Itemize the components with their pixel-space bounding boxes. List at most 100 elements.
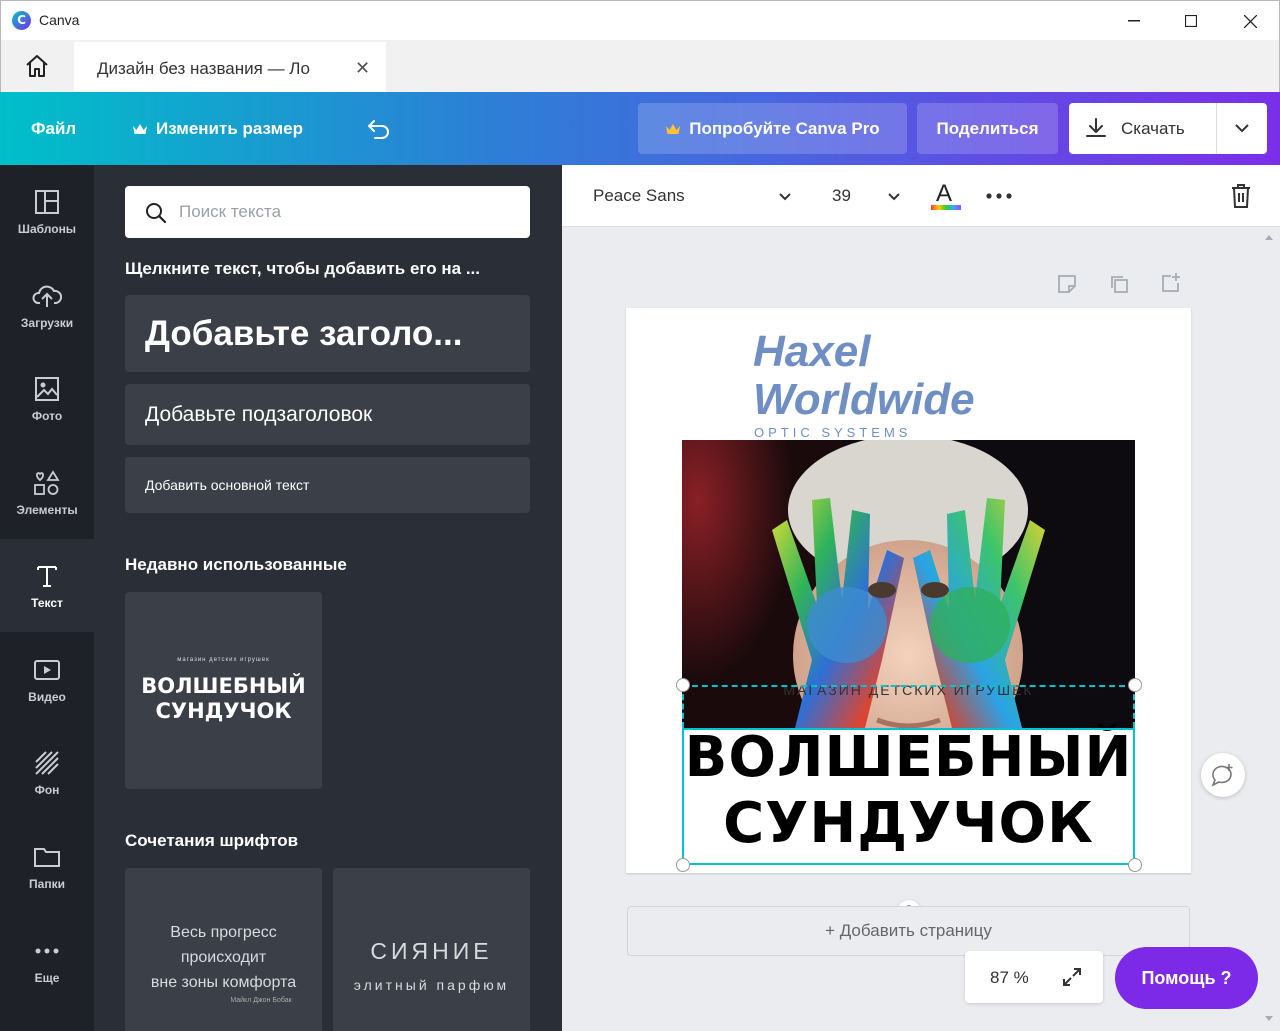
scroll-up-icon[interactable] (1264, 233, 1274, 241)
recent-section-title: Недавно использованные (125, 555, 347, 574)
undo-icon (368, 119, 389, 139)
more-options-icon[interactable] (986, 193, 1012, 199)
recent-text-card[interactable]: магазин детских игрушек ВОЛШЕБНЫЙ СУНДУЧ… (125, 592, 322, 789)
note-icon[interactable] (1056, 273, 1078, 295)
combo1-line2: происходит (180, 949, 267, 966)
resize-handle[interactable] (676, 678, 690, 692)
file-menu-label: Файл (31, 118, 77, 138)
help-button[interactable]: Помощь ? (1115, 947, 1258, 1009)
tab-close-icon[interactable]: ✕ (355, 58, 370, 79)
text-icon (37, 565, 57, 587)
search-input[interactable] (179, 198, 509, 226)
text-color-icon: A (936, 180, 953, 207)
sidebar-item-label: Еще (34, 970, 60, 985)
text-search-box[interactable] (125, 186, 530, 238)
recent-card-line2: СУНДУЧОК (155, 699, 292, 723)
add-subheading-button[interactable]: Добавьте подзаголовок (125, 384, 530, 445)
color-swatch-bar (931, 205, 961, 210)
comment-add-icon (1211, 764, 1233, 787)
try-pro-label: Попробуйте Canva Pro (689, 118, 880, 138)
add-page-label: + Добавить страницу (825, 921, 992, 940)
help-label: Помощь ? (1141, 967, 1232, 988)
folder-icon (34, 847, 60, 867)
download-label: Скачать (1121, 119, 1185, 138)
chevron-down-icon[interactable] (887, 192, 901, 202)
font-family-dropdown[interactable]: Peace Sans (593, 186, 685, 206)
sidebar-item-folders[interactable]: Папки (0, 820, 94, 913)
minimize-button[interactable] (1104, 1, 1164, 41)
zoom-level[interactable]: 87 % (990, 968, 1029, 988)
recent-card-line1: ВОЛШЕБНЫЙ (141, 674, 306, 698)
combo2-line1: СИЯНИЕ (370, 938, 493, 964)
sidebar-item-label: Папки (29, 876, 65, 891)
font-combo-card[interactable]: СИЯНИЕ элитный парфюм (333, 868, 530, 1031)
cloud-upload-icon (32, 285, 62, 307)
download-button[interactable]: Скачать (1069, 103, 1267, 154)
search-icon (146, 203, 167, 224)
sidebar-item-label: Элементы (16, 502, 78, 517)
text-color-button[interactable]: A (930, 180, 962, 214)
sidebar-item-label: Видео (28, 689, 66, 704)
text-selection-frame[interactable] (682, 728, 1135, 865)
sidebar-item-label: Шаблоны (17, 221, 77, 236)
font-size-input[interactable]: 39 (832, 186, 851, 206)
resize-button[interactable]: Изменить размер (132, 92, 303, 165)
home-icon (26, 55, 48, 77)
download-icon (1086, 118, 1106, 137)
maximize-icon (1185, 15, 1197, 27)
sidebar-item-elements[interactable]: Элементы (0, 446, 94, 539)
brand-name-line2[interactable]: Worldwide (753, 378, 975, 422)
resize-handle[interactable] (1128, 678, 1142, 692)
add-comment-button[interactable] (1201, 753, 1245, 797)
brand-subtitle[interactable]: OPTIC SYSTEMS (754, 425, 911, 440)
sidebar-item-text[interactable]: Текст (0, 539, 94, 632)
scroll-down-icon[interactable] (1264, 1015, 1274, 1023)
maximize-button[interactable] (1161, 1, 1221, 41)
close-window-button[interactable] (1220, 1, 1280, 41)
file-menu-button[interactable]: Файл (31, 92, 76, 165)
add-body-text-button[interactable]: Добавить основной текст (125, 457, 530, 513)
duplicate-page-icon[interactable] (1108, 273, 1130, 295)
layout-icon (35, 189, 59, 214)
add-page-icon[interactable] (1159, 271, 1183, 295)
font-combo-card[interactable]: Весь прогресс происходит вне зоны комфор… (125, 868, 322, 1031)
home-button[interactable] (1, 40, 73, 92)
sidebar-item-background[interactable]: Фон (0, 726, 94, 819)
window-titlebar: C Canva (0, 0, 1280, 40)
brand-name-line1[interactable]: Haxel (753, 330, 870, 374)
try-canva-pro-button[interactable]: Попробуйте Canva Pro (638, 103, 907, 154)
tab-strip: Дизайн без названия — Ло ✕ (0, 40, 1280, 92)
add-heading-button[interactable]: Добавьте заголо... (125, 295, 530, 372)
share-button[interactable]: Поделиться (917, 103, 1058, 154)
download-divider (1216, 103, 1217, 154)
zoom-control[interactable]: 87 % (965, 951, 1103, 1003)
sidebar-item-photos[interactable]: Фото (0, 352, 94, 445)
photo-icon (35, 376, 59, 401)
sidebar-item-label: Текст (31, 595, 63, 610)
close-icon (1243, 14, 1257, 28)
chevron-down-icon[interactable] (1234, 122, 1250, 134)
chevron-down-icon[interactable] (778, 192, 792, 202)
document-tab-title: Дизайн без названия — Ло (97, 59, 310, 78)
combo1-author: Майкл Джон Бобак (230, 997, 292, 1004)
video-icon (34, 659, 60, 680)
sidebar-item-templates[interactable]: Шаблоны (0, 165, 94, 258)
combo2-line2: элитный парфюм (353, 977, 510, 993)
fullscreen-icon[interactable] (1061, 966, 1083, 988)
window-title: Canva (39, 12, 80, 28)
add-page-button[interactable]: + Добавить страницу (627, 906, 1190, 956)
canva-logo-icon: C (12, 11, 31, 30)
undo-button[interactable] (366, 92, 392, 165)
sidebar-item-label: Фон (34, 782, 60, 797)
resize-handle[interactable] (676, 858, 690, 872)
sidebar-item-video[interactable]: Видео (0, 633, 94, 726)
sidebar-item-more[interactable]: Еще (0, 914, 94, 1007)
background-icon (35, 750, 59, 775)
document-tab[interactable]: Дизайн без названия — Ло ✕ (74, 42, 386, 92)
sidebar-item-uploads[interactable]: Загрузки (0, 259, 94, 352)
resize-handle[interactable] (1128, 858, 1142, 872)
trash-icon[interactable] (1229, 182, 1253, 210)
design-page[interactable]: Haxel Worldwide OPTIC SYSTEMS МАГАЗИН ДЕ… (626, 308, 1191, 873)
shapes-icon (34, 469, 60, 495)
share-label: Поделиться (936, 118, 1039, 138)
